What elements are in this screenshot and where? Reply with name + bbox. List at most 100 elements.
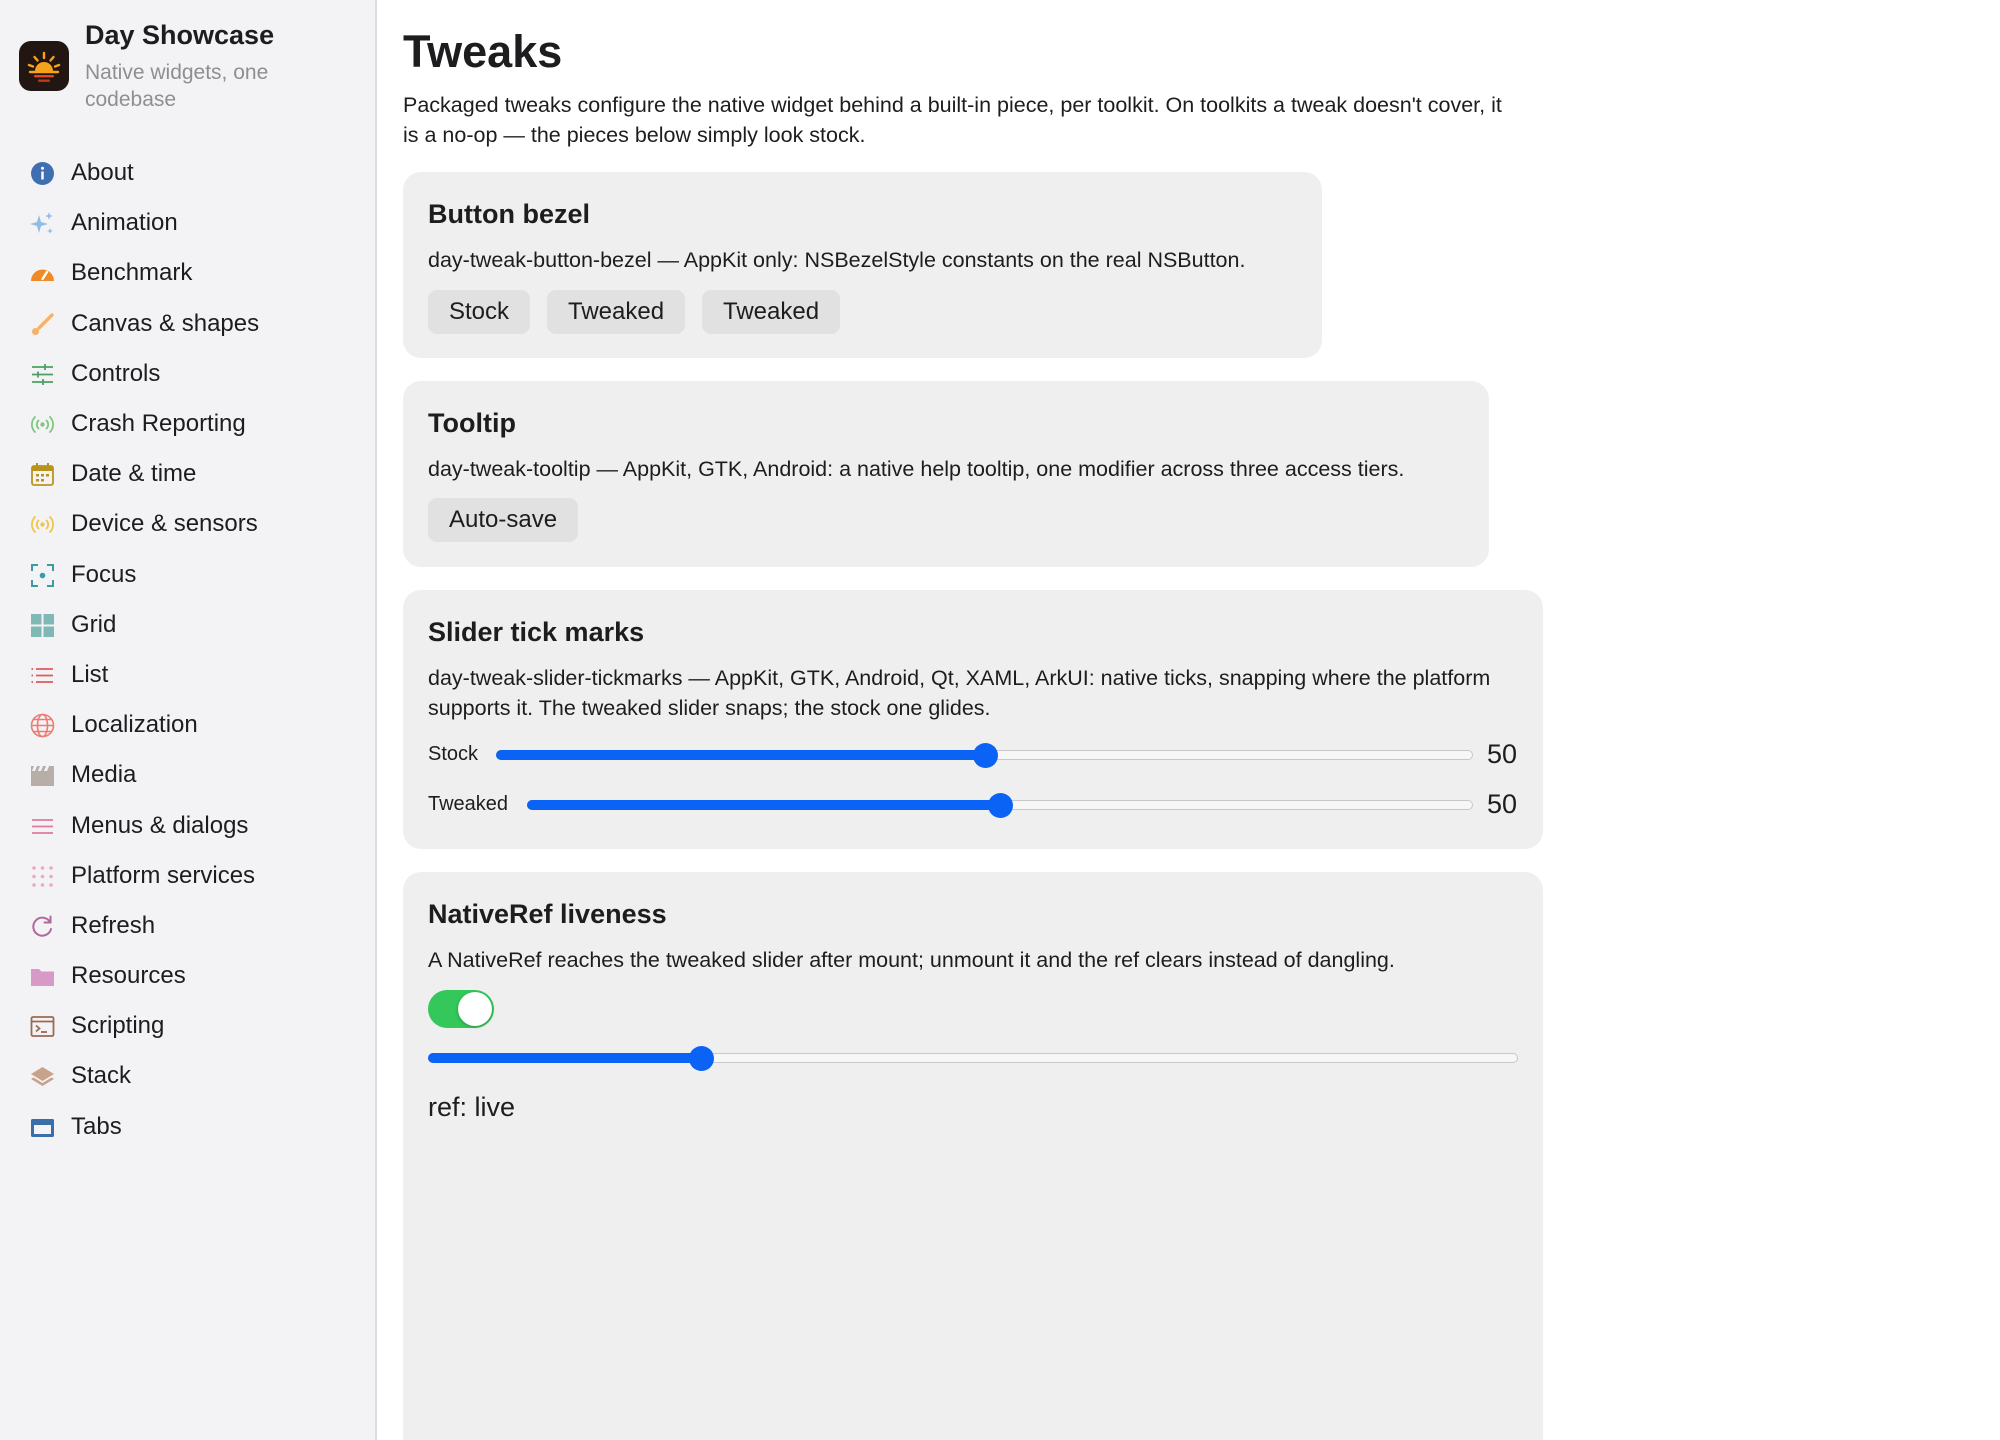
stock-slider-label: Stock: [428, 743, 479, 765]
card-title: Button bezel: [428, 199, 590, 229]
mount-toggle[interactable]: [428, 990, 494, 1028]
slider-thumb[interactable]: [987, 792, 1013, 818]
button-bezel-card: Button bezel day-tweak-button-bezel — Ap…: [403, 172, 1322, 358]
brush-icon: [30, 312, 55, 337]
sidebar-item-localization[interactable]: Localization: [0, 700, 375, 750]
sidebar-item-date-time[interactable]: Date & time: [0, 449, 375, 499]
app-title: Day Showcase: [85, 20, 275, 50]
sidebar-item-animation[interactable]: Animation: [0, 198, 375, 248]
sidebar-item-crash-reporting[interactable]: Crash Reporting: [0, 399, 375, 449]
sidebar-item-label: Date & time: [71, 460, 197, 488]
sidebar-item-label: List: [71, 660, 109, 688]
sidebar-item-controls[interactable]: Controls: [0, 349, 375, 399]
sidebar: Day Showcase Native widgets, one codebas…: [0, 0, 377, 1440]
menu-icon: [30, 814, 55, 839]
sidebar-item-tabs[interactable]: Tabs: [0, 1102, 375, 1152]
globe-icon: [30, 713, 55, 738]
calendar-icon: [30, 462, 55, 487]
sidebar-item-label: Canvas & shapes: [71, 309, 260, 337]
slider-thumb[interactable]: [972, 742, 998, 768]
grid-icon: [30, 613, 55, 638]
speedometer-icon: [30, 261, 55, 286]
toggle-knob: [458, 992, 492, 1026]
sidebar-item-label: Grid: [71, 610, 117, 638]
tweaked-button[interactable]: Tweaked: [547, 290, 686, 334]
sidebar-item-label: Refresh: [71, 911, 156, 939]
app-subtitle: Native widgets, one codebase: [85, 61, 269, 111]
sidebar-item-label: Device & sensors: [71, 510, 258, 538]
nativeref-slider[interactable]: [427, 1045, 1518, 1071]
sidebar-item-platform-services[interactable]: Platform services: [0, 851, 375, 901]
sidebar-item-scripting[interactable]: Scripting: [0, 1001, 375, 1051]
sliders-icon: [30, 362, 55, 387]
sidebar-item-media[interactable]: Media: [0, 750, 375, 800]
sidebar-item-menus-dialogs[interactable]: Menus & dialogs: [0, 800, 375, 850]
slider-fill: [526, 799, 1002, 810]
page-description: Packaged tweaks configure the native wid…: [403, 93, 1502, 147]
sidebar-item-label: Controls: [71, 359, 161, 387]
sidebar-item-list[interactable]: List: [0, 650, 375, 700]
broadcast-icon: [30, 412, 55, 437]
terminal-icon: [30, 1014, 55, 1039]
slider-thumb[interactable]: [688, 1045, 714, 1071]
sidebar-item-resources[interactable]: Resources: [0, 951, 375, 1001]
folder-icon: [30, 964, 55, 989]
nativeref-card: NativeRef liveness A NativeRef reaches t…: [403, 872, 1543, 1440]
main-content: Tweaks Packaged tweaks configure the nat…: [379, 0, 2000, 1440]
sidebar-item-label: Media: [71, 761, 137, 789]
sparkles-icon: [30, 211, 55, 236]
dots-grid-icon: [30, 864, 55, 889]
sidebar-item-benchmark[interactable]: Benchmark: [0, 248, 375, 298]
page-title: Tweaks: [403, 26, 563, 77]
sidebar-item-label: Localization: [71, 711, 198, 739]
card-title: Tooltip: [428, 408, 516, 438]
refresh-icon: [30, 914, 55, 939]
card-description: A NativeRef reaches the tweaked slider a…: [428, 948, 1395, 972]
sidebar-item-label: Menus & dialogs: [71, 811, 249, 839]
slider-fill: [495, 749, 987, 760]
card-description: day-tweak-button-bezel — AppKit only: NS…: [428, 248, 1246, 272]
auto-save-button[interactable]: Auto-save: [428, 498, 579, 542]
slider-fill: [427, 1052, 703, 1063]
sidebar-item-label: Animation: [71, 209, 178, 237]
card-title: Slider tick marks: [428, 617, 645, 647]
stock-slider[interactable]: [495, 742, 1473, 768]
tweaked-slider-label: Tweaked: [428, 793, 509, 815]
sidebar-item-label: Benchmark: [71, 259, 193, 287]
tooltip-card: Tooltip day-tweak-tooltip — AppKit, GTK,…: [403, 381, 1489, 567]
sidebar-item-label: Focus: [71, 560, 137, 588]
sidebar-item-label: About: [71, 159, 134, 187]
layers-icon: [30, 1064, 55, 1089]
slider-tickmarks-card: Slider tick marks day-tweak-slider-tickm…: [403, 590, 1543, 849]
card-title: NativeRef liveness: [428, 899, 667, 929]
focus-icon: [30, 563, 55, 588]
sensor-icon: [30, 512, 55, 537]
tabs-icon: [30, 1115, 55, 1140]
sidebar-item-label: Stack: [71, 1062, 132, 1090]
info-icon: [30, 161, 55, 186]
sidebar-item-focus[interactable]: Focus: [0, 550, 375, 600]
sidebar-item-label: Tabs: [71, 1112, 122, 1140]
sidebar-item-canvas[interactable]: Canvas & shapes: [0, 299, 375, 349]
list-icon: [30, 663, 55, 688]
sidebar-item-device-sensors[interactable]: Device & sensors: [0, 499, 375, 549]
sidebar-item-refresh[interactable]: Refresh: [0, 901, 375, 951]
ref-status: ref: live: [428, 1092, 516, 1122]
clapperboard-icon: [30, 763, 55, 788]
sidebar-item-label: Platform services: [71, 861, 256, 889]
card-description: day-tweak-tooltip — AppKit, GTK, Android…: [428, 457, 1405, 481]
tweaked-button-2[interactable]: Tweaked: [702, 290, 841, 334]
stock-button[interactable]: Stock: [428, 290, 531, 334]
sidebar-item-about[interactable]: About: [0, 148, 375, 198]
sidebar-nav: About Animation Benchmark Canvas & shape…: [0, 148, 375, 1152]
sidebar-item-label: Resources: [71, 962, 186, 990]
sunrise-icon: [19, 41, 69, 91]
tweaked-slider[interactable]: [526, 792, 1473, 818]
tweaked-slider-value: 50: [1487, 789, 1518, 819]
stock-slider-value: 50: [1487, 739, 1518, 769]
sidebar-item-grid[interactable]: Grid: [0, 600, 375, 650]
sidebar-item-stack[interactable]: Stack: [0, 1051, 375, 1101]
card-description: day-tweak-slider-tickmarks — AppKit, GTK…: [428, 666, 1491, 720]
sidebar-item-label: Crash Reporting: [71, 410, 246, 438]
sidebar-item-label: Scripting: [71, 1012, 165, 1040]
